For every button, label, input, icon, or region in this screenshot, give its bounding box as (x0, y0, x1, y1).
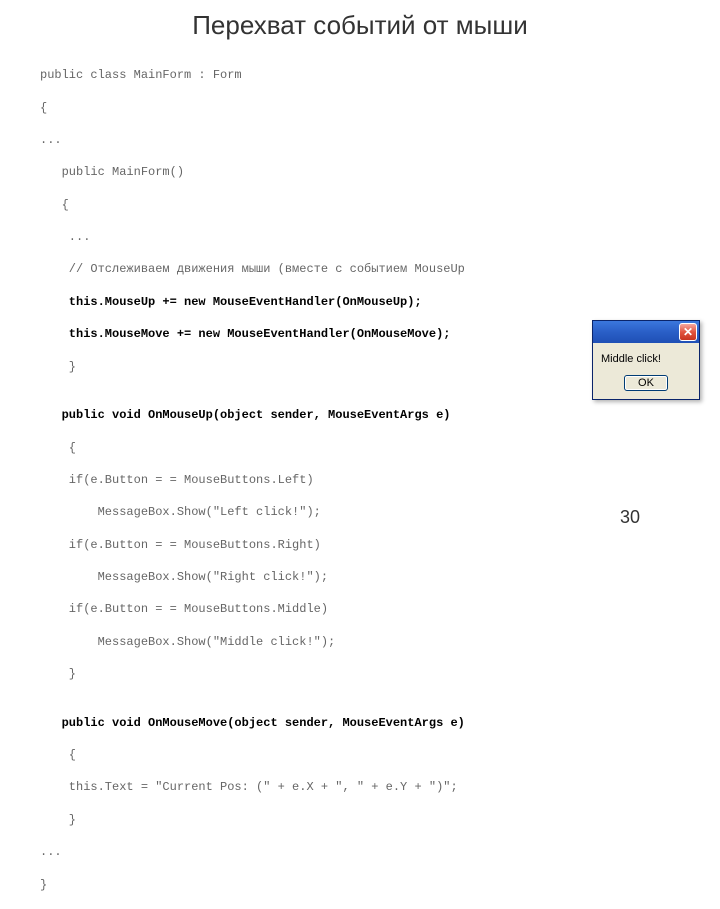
code-line: if(e.Button = = MouseButtons.Middle) (40, 601, 720, 617)
code-line: MessageBox.Show("Middle click!"); (40, 634, 720, 650)
code-line: { (40, 100, 720, 116)
close-button[interactable]: ✕ (679, 323, 697, 341)
ok-button[interactable]: OK (624, 375, 668, 391)
code-line: this.MouseUp += new MouseEventHandler(On… (40, 294, 720, 310)
code-line: } (40, 877, 720, 893)
dialog-titlebar: ✕ (593, 321, 699, 343)
code-line: { (40, 197, 720, 213)
code-line: if(e.Button = = MouseButtons.Right) (40, 537, 720, 553)
code-line: this.Text = "Current Pos: (" + e.X + ", … (40, 779, 720, 795)
message-box-dialog: ✕ Middle click! OK (592, 320, 700, 400)
dialog-button-row: OK (593, 375, 699, 399)
code-line: // Отслеживаем движения мыши (вместе с с… (40, 261, 720, 277)
dialog-message: Middle click! (593, 343, 699, 375)
code-line: ... (40, 132, 720, 148)
code-line: public MainForm() (40, 164, 720, 180)
close-icon: ✕ (683, 326, 693, 338)
code-line: MessageBox.Show("Left click!"); (40, 504, 720, 520)
code-line: public class MainForm : Form (40, 67, 720, 83)
code-line: } (40, 666, 720, 682)
code-line: { (40, 440, 720, 456)
slide-title: Перехват событий от мыши (0, 0, 720, 51)
page-number: 30 (620, 507, 640, 528)
code-block: public class MainForm : Form { ... publi… (0, 51, 720, 909)
code-line: { (40, 747, 720, 763)
code-line: ... (40, 229, 720, 245)
code-line: ... (40, 844, 720, 860)
code-line: public void OnMouseUp(object sender, Mou… (40, 407, 720, 423)
code-line: if(e.Button = = MouseButtons.Left) (40, 472, 720, 488)
code-line: } (40, 812, 720, 828)
code-line: public void OnMouseMove(object sender, M… (40, 715, 720, 731)
code-line: MessageBox.Show("Right click!"); (40, 569, 720, 585)
